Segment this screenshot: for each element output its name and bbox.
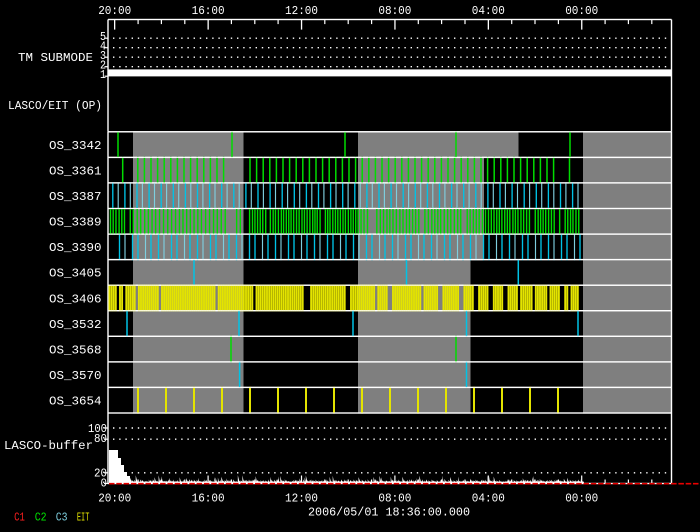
svg-text:TM SUBMODE: TM SUBMODE xyxy=(18,52,93,65)
svg-text:OS_3532: OS_3532 xyxy=(49,319,102,332)
svg-text:EIT: EIT xyxy=(77,511,90,524)
svg-text:12:00: 12:00 xyxy=(285,5,318,18)
svg-text:OS_3570: OS_3570 xyxy=(49,370,102,383)
svg-text:OS_3389: OS_3389 xyxy=(49,217,102,230)
svg-text:OS_3390: OS_3390 xyxy=(49,242,102,255)
svg-text:C1: C1 xyxy=(14,511,25,524)
svg-text:OS_3654: OS_3654 xyxy=(49,396,102,409)
svg-text:OS_3361: OS_3361 xyxy=(49,165,102,178)
svg-text:08:00: 08:00 xyxy=(378,5,411,18)
svg-text:20:00: 20:00 xyxy=(98,493,131,506)
svg-text:04:00: 04:00 xyxy=(472,493,505,506)
svg-text:16:00: 16:00 xyxy=(192,5,225,18)
svg-text:OS_3387: OS_3387 xyxy=(49,191,102,204)
svg-text:1: 1 xyxy=(100,69,106,82)
svg-text:LASCO/EIT (OP): LASCO/EIT (OP) xyxy=(8,100,102,113)
svg-text:OS_3568: OS_3568 xyxy=(49,344,102,357)
svg-text:OS_3406: OS_3406 xyxy=(49,293,102,306)
svg-text:OS_3405: OS_3405 xyxy=(49,268,102,281)
svg-text:C2: C2 xyxy=(35,511,47,524)
svg-text:08:00: 08:00 xyxy=(378,493,411,506)
svg-text:00:00: 00:00 xyxy=(565,493,598,506)
svg-text:00:00: 00:00 xyxy=(565,5,598,18)
svg-text:20:00: 20:00 xyxy=(98,5,131,18)
svg-text:OS_3342: OS_3342 xyxy=(49,140,102,153)
svg-text:04:00: 04:00 xyxy=(472,5,505,18)
svg-text:LASCO-buffer: LASCO-buffer xyxy=(4,440,93,453)
svg-text:12:00: 12:00 xyxy=(285,493,318,506)
svg-text:C3: C3 xyxy=(56,511,68,524)
svg-text:2006/05/01 18:36:00.000: 2006/05/01 18:36:00.000 xyxy=(308,507,470,520)
svg-text:16:00: 16:00 xyxy=(192,493,225,506)
